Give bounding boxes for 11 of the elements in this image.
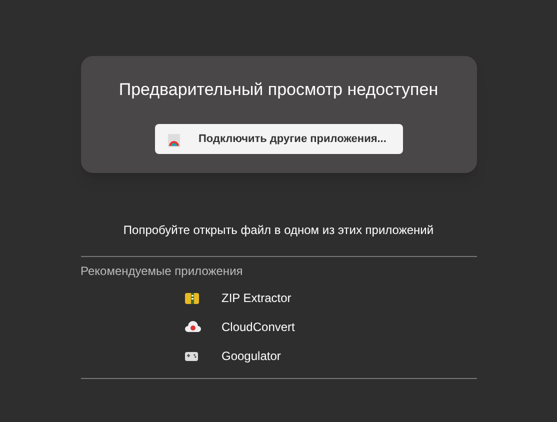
app-link[interactable]: Googulator [222,346,281,364]
gamepad-icon [184,350,198,360]
preview-title: Предварительный просмотр недоступен [118,79,438,101]
cloud-icon [184,320,200,332]
connect-apps-button[interactable]: Подключить другие приложения... [154,124,402,154]
shopping-bag-icon [166,131,180,147]
recommended-heading: Рекомендуемые приложения [80,263,244,279]
suggestion-text: Попробуйте открыть файл в одном из этих приложений [123,222,434,239]
app-link[interactable]: CloudConvert [222,318,295,336]
zip-folder-icon [184,292,198,304]
app-link[interactable]: ZIP Extractor [222,288,292,306]
